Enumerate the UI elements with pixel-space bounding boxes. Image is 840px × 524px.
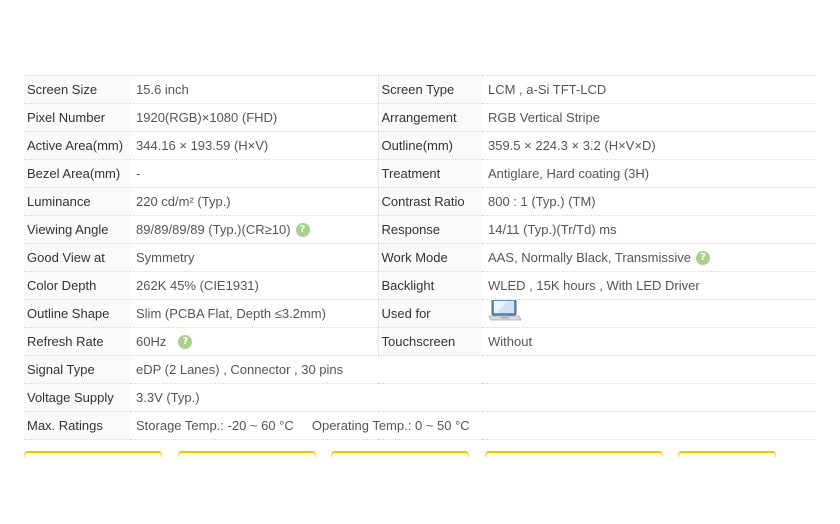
spec-row: Max. Ratings Storage Temp.: -20 ~ 60 °C … — [24, 411, 816, 440]
spec-row: Voltage Supply 3.3V (Typ.) — [24, 383, 816, 412]
spec-label-screen-type: Screen Type — [377, 75, 482, 104]
spec-value-pixel-number: 1920(RGB)×1080 (FHD) — [130, 103, 378, 132]
tab-5[interactable] — [678, 451, 776, 457]
help-icon[interactable]: ? — [696, 251, 710, 266]
tab-3[interactable] — [331, 451, 469, 457]
spec-value-touchscreen: Without — [482, 327, 816, 356]
spec-value-treatment: Antiglare, Hard coating (3H) — [482, 159, 816, 188]
spec-row: Pixel Number 1920(RGB)×1080 (FHD) Arrang… — [24, 103, 816, 132]
tab-1[interactable] — [24, 451, 162, 457]
help-icon[interactable]: ? — [178, 335, 193, 350]
spec-label-luminance: Luminance — [24, 187, 130, 216]
spec-value-refresh-rate-cell: 60Hz? — [130, 327, 378, 356]
spec-value-screen-type: LCM , a-Si TFT-LCD — [482, 75, 816, 104]
tab-2[interactable] — [178, 451, 316, 457]
spec-table: Screen Size 15.6 inch Screen Type LCM , … — [24, 75, 816, 440]
spec-value-voltage-supply: 3.3V (Typ.) — [130, 383, 816, 412]
spec-label-good-view: Good View at — [24, 243, 130, 272]
spec-value-viewing-angle: 89/89/89/89 (Typ.)(CR≥10) — [136, 221, 291, 237]
spec-label-contrast-ratio: Contrast Ratio — [377, 187, 482, 216]
spec-row: Good View at Symmetry Work Mode AAS, Nor… — [24, 243, 816, 272]
spec-row: Luminance 220 cd/m² (Typ.) Contrast Rati… — [24, 187, 816, 216]
help-icon[interactable]: ? — [295, 223, 310, 238]
spec-value-arrangement: RGB Vertical Stripe — [482, 103, 816, 132]
spec-row: Bezel Area(mm) - Treatment Antiglare, Ha… — [24, 159, 816, 188]
spec-row: Refresh Rate 60Hz? Touchscreen Without — [24, 327, 816, 356]
spec-value-outline-shape: Slim (PCBA Flat, Depth ≤3.2mm) — [130, 299, 378, 328]
spec-label-signal-type: Signal Type — [24, 355, 130, 384]
spec-value-used-for — [482, 299, 816, 328]
spec-value-luminance: 220 cd/m² (Typ.) — [130, 187, 378, 216]
laptop-icon — [488, 300, 522, 327]
spec-label-outline: Outline(mm) — [377, 131, 482, 160]
spec-label-response: Response — [377, 215, 482, 244]
spec-label-used-for: Used for — [377, 299, 482, 328]
spec-value-signal-type: eDP (2 Lanes) , Connector , 30 pins — [130, 355, 816, 384]
spec-label-touchscreen: Touchscreen — [377, 327, 482, 356]
spec-value-work-mode: AAS, Normally Black, Transmissive — [488, 249, 691, 265]
spec-value-response: 14/11 (Typ.)(Tr/Td) ms — [482, 215, 816, 244]
spec-value-refresh-rate: 60Hz — [136, 333, 167, 349]
spec-row: Viewing Angle 89/89/89/89 (Typ.)(CR≥10)?… — [24, 215, 816, 244]
spec-value-backlight: WLED , 15K hours , With LED Driver — [482, 271, 816, 300]
spec-label-backlight: Backlight — [377, 271, 482, 300]
spec-value-screen-size: 15.6 inch — [130, 75, 378, 104]
spec-value-good-view: Symmetry — [130, 243, 378, 272]
spec-label-active-area: Active Area(mm) — [24, 131, 130, 160]
spec-label-color-depth: Color Depth — [24, 271, 130, 300]
spec-label-refresh-rate: Refresh Rate — [24, 327, 130, 356]
spec-value-outline: 359.5 × 224.3 × 3.2 (H×V×D) — [482, 131, 816, 160]
spec-row: Active Area(mm) 344.16 × 193.59 (H×V) Ou… — [24, 131, 816, 160]
spec-row: Outline Shape Slim (PCBA Flat, Depth ≤3.… — [24, 299, 816, 328]
spec-value-color-depth: 262K 45% (CIE1931) — [130, 271, 378, 300]
spec-row: Screen Size 15.6 inch Screen Type LCM , … — [24, 75, 816, 104]
spec-value-work-mode-cell: AAS, Normally Black, Transmissive? — [482, 243, 816, 272]
tab-strip — [0, 451, 840, 457]
spec-value-max-ratings: Storage Temp.: -20 ~ 60 °C Operating Tem… — [130, 411, 816, 440]
spec-value-contrast-ratio: 800 : 1 (Typ.) (TM) — [482, 187, 816, 216]
spec-label-viewing-angle: Viewing Angle — [24, 215, 130, 244]
spec-label-outline-shape: Outline Shape — [24, 299, 130, 328]
spec-label-treatment: Treatment — [377, 159, 482, 188]
tab-4[interactable] — [485, 451, 663, 457]
spec-label-voltage-supply: Voltage Supply — [24, 383, 130, 412]
spec-value-viewing-angle-cell: 89/89/89/89 (Typ.)(CR≥10)? — [130, 215, 378, 244]
spec-row: Color Depth 262K 45% (CIE1931) Backlight… — [24, 271, 816, 300]
spec-label-bezel-area: Bezel Area(mm) — [24, 159, 130, 188]
spec-label-screen-size: Screen Size — [24, 75, 130, 104]
spec-value-bezel-area: - — [130, 159, 378, 188]
spec-label-pixel-number: Pixel Number — [24, 103, 130, 132]
spec-row: Signal Type eDP (2 Lanes) , Connector , … — [24, 355, 816, 384]
spec-label-max-ratings: Max. Ratings — [24, 411, 130, 440]
spec-value-active-area: 344.16 × 193.59 (H×V) — [130, 131, 378, 160]
spec-label-arrangement: Arrangement — [377, 103, 482, 132]
spec-label-work-mode: Work Mode — [377, 243, 482, 272]
